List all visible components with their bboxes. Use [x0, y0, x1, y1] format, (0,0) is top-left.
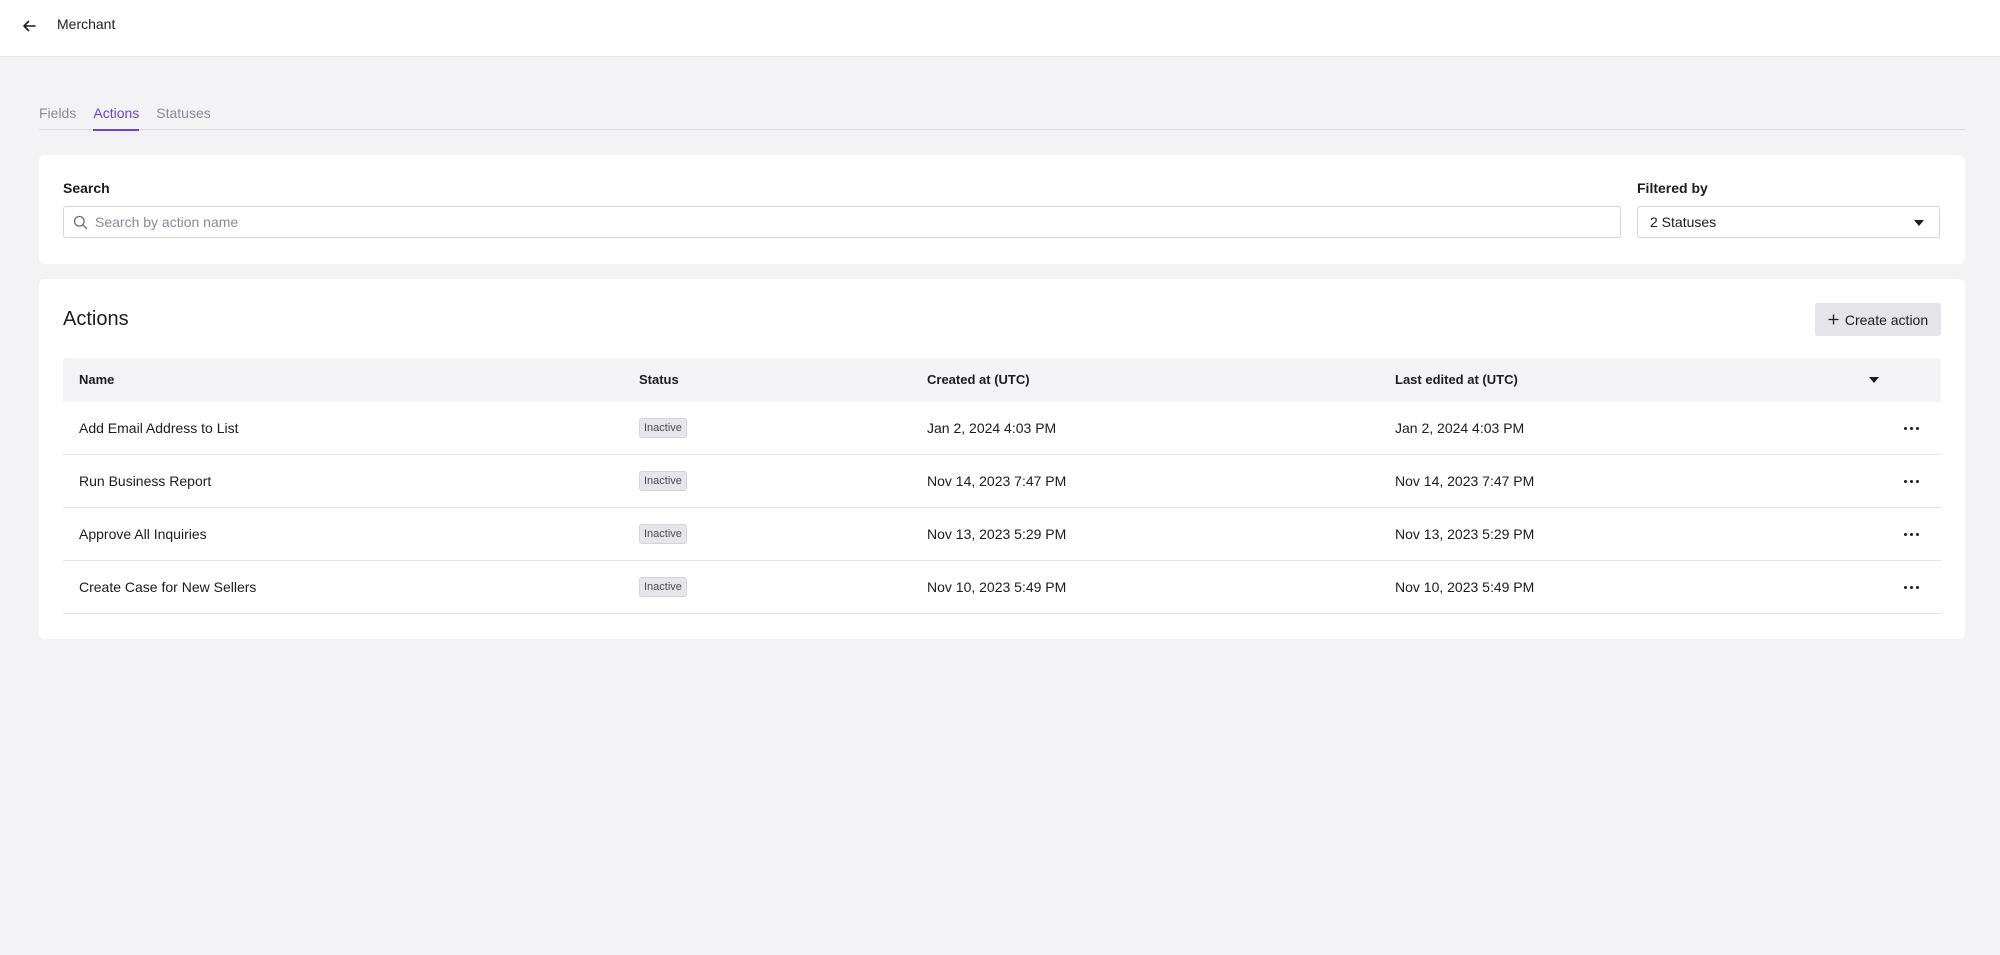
edited-at: Nov 10, 2023 5:49 PM: [1395, 579, 1535, 595]
more-dot: [1915, 426, 1919, 430]
more-horizontal-icon: [1903, 479, 1907, 483]
more-dot: [1909, 532, 1913, 536]
column-header-status[interactable]: Status: [639, 372, 679, 387]
caret-down-icon: [1914, 220, 1924, 226]
action-name: Approve All Inquiries: [79, 526, 207, 542]
action-name: Run Business Report: [79, 473, 212, 489]
created-at: Nov 13, 2023 5:29 PM: [927, 526, 1067, 542]
tab-fields[interactable]: Fields: [39, 102, 76, 130]
search-field[interactable]: [63, 206, 1621, 238]
sort-caret-down-icon[interactable]: [1869, 377, 1879, 383]
actions-title: Actions: [63, 308, 129, 330]
more-options-button[interactable]: [1897, 524, 1925, 544]
search-label: Search: [63, 180, 110, 196]
page-title: Merchant: [57, 16, 116, 32]
more-horizontal-icon: [1903, 532, 1907, 536]
plus-icon: [1828, 314, 1839, 325]
more-options-button[interactable]: [1897, 418, 1925, 438]
table-header: Name Status Created at (UTC) Last edited…: [63, 358, 1941, 402]
more-dot: [1909, 479, 1913, 483]
column-header-name[interactable]: Name: [79, 372, 114, 387]
status-badge: Inactive: [639, 471, 687, 491]
more-horizontal-icon: [1903, 426, 1907, 430]
more-dot: [1909, 426, 1913, 430]
column-header-created[interactable]: Created at (UTC): [927, 372, 1030, 387]
table-row[interactable]: Approve All Inquiries Inactive Nov 13, 2…: [63, 508, 1941, 561]
status-badge: Inactive: [639, 418, 687, 438]
more-dot: [1915, 532, 1919, 536]
tab-bar: Fields Actions Statuses: [39, 102, 1965, 131]
filter-label: Filtered by: [1637, 180, 1708, 196]
created-at: Jan 2, 2024 4:03 PM: [927, 420, 1057, 436]
search-input[interactable]: [95, 207, 1615, 237]
actions-panel: Actions Create action Name Status Create…: [39, 279, 1965, 639]
status-filter-select[interactable]: 2 Statuses: [1637, 206, 1940, 238]
create-action-button[interactable]: Create action: [1815, 303, 1941, 336]
table-row[interactable]: Run Business Report Inactive Nov 14, 202…: [63, 455, 1941, 508]
top-bar: Merchant: [0, 0, 2000, 57]
column-header-edited[interactable]: Last edited at (UTC): [1395, 372, 1518, 387]
table-row[interactable]: Create Case for New Sellers Inactive Nov…: [63, 561, 1941, 614]
created-at: Nov 10, 2023 5:49 PM: [927, 579, 1067, 595]
actions-table: Name Status Created at (UTC) Last edited…: [63, 358, 1941, 614]
action-name: Create Case for New Sellers: [79, 579, 257, 595]
more-dot: [1915, 585, 1919, 589]
filter-value: 2 Statuses: [1650, 214, 1717, 230]
table-row[interactable]: Add Email Address to List Inactive Jan 2…: [63, 402, 1941, 455]
action-name: Add Email Address to List: [79, 420, 239, 436]
more-dot: [1909, 585, 1913, 589]
search-panel: Search Filtered by 2 Statuses: [39, 155, 1965, 264]
created-at: Nov 14, 2023 7:47 PM: [927, 473, 1067, 489]
status-badge: Inactive: [639, 577, 687, 597]
more-options-button[interactable]: [1897, 471, 1925, 491]
create-action-label: Create action: [1844, 311, 1929, 328]
search-icon: [73, 215, 88, 230]
more-options-button[interactable]: [1897, 577, 1925, 597]
more-horizontal-icon: [1903, 585, 1907, 589]
tab-statuses[interactable]: Statuses: [156, 102, 210, 130]
more-dot: [1915, 479, 1919, 483]
edited-at: Jan 2, 2024 4:03 PM: [1395, 420, 1525, 436]
status-badge: Inactive: [639, 524, 687, 544]
tab-actions[interactable]: Actions: [93, 102, 139, 131]
edited-at: Nov 14, 2023 7:47 PM: [1395, 473, 1535, 489]
back-button[interactable]: [18, 15, 40, 37]
edited-at: Nov 13, 2023 5:29 PM: [1395, 526, 1535, 542]
arrow-left-icon: [23, 20, 36, 32]
